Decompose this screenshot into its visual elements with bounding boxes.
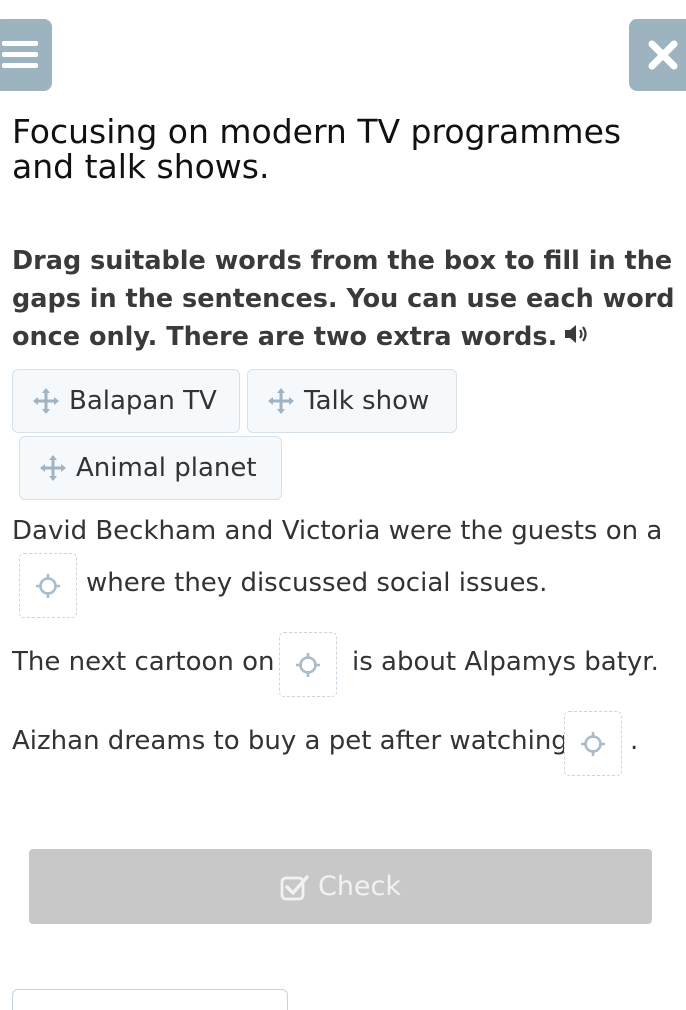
drop-gap-2[interactable]	[279, 632, 337, 697]
target-crosshair-icon	[296, 652, 320, 677]
hamburger-menu-icon	[2, 41, 38, 69]
sentence-2-start: The next cartoon on	[12, 647, 275, 677]
menu-button[interactable]	[0, 19, 52, 91]
exercise-page: Focusing on modern TV programmes and tal…	[0, 0, 686, 1010]
target-crosshair-icon	[36, 573, 60, 598]
close-button[interactable]	[629, 19, 686, 91]
sentence-3-end: .	[630, 726, 639, 756]
move-arrows-icon	[40, 455, 66, 481]
drop-gap-3[interactable]	[564, 711, 622, 776]
exercise-title: Focusing on modern TV programmes and tal…	[12, 112, 622, 186]
move-arrows-icon	[33, 388, 59, 414]
sentence-2-end: is about Alpamys batyr.	[352, 647, 659, 677]
exercise-instruction: Drag suitable words from the box to fill…	[12, 242, 677, 357]
word-chip-label: Balapan TV	[69, 386, 217, 416]
speaker-icon[interactable]	[563, 319, 591, 357]
close-x-icon	[648, 40, 678, 70]
check-button-label: Check	[317, 871, 402, 902]
sentence-1-end: where they discussed social issues.	[86, 568, 548, 598]
sentence-3-start: Aizhan dreams to buy a pet after watchin…	[12, 726, 568, 756]
word-chip-animal-planet[interactable]: Animal planet	[19, 436, 282, 500]
move-arrows-icon	[268, 388, 294, 414]
checkbox-check-icon	[280, 874, 309, 900]
target-crosshair-icon	[581, 731, 605, 756]
word-chip-talk-show[interactable]: Talk show	[247, 369, 457, 433]
word-chip-label: Talk show	[304, 386, 430, 416]
bottom-panel	[12, 989, 288, 1010]
word-chip-balapan-tv[interactable]: Balapan TV	[12, 369, 240, 433]
word-chip-label: Animal planet	[76, 453, 257, 483]
sentence-1-start: David Beckham and Victoria were the gues…	[12, 516, 663, 546]
drop-gap-1[interactable]	[19, 553, 77, 618]
check-button[interactable]: Check	[29, 849, 652, 924]
